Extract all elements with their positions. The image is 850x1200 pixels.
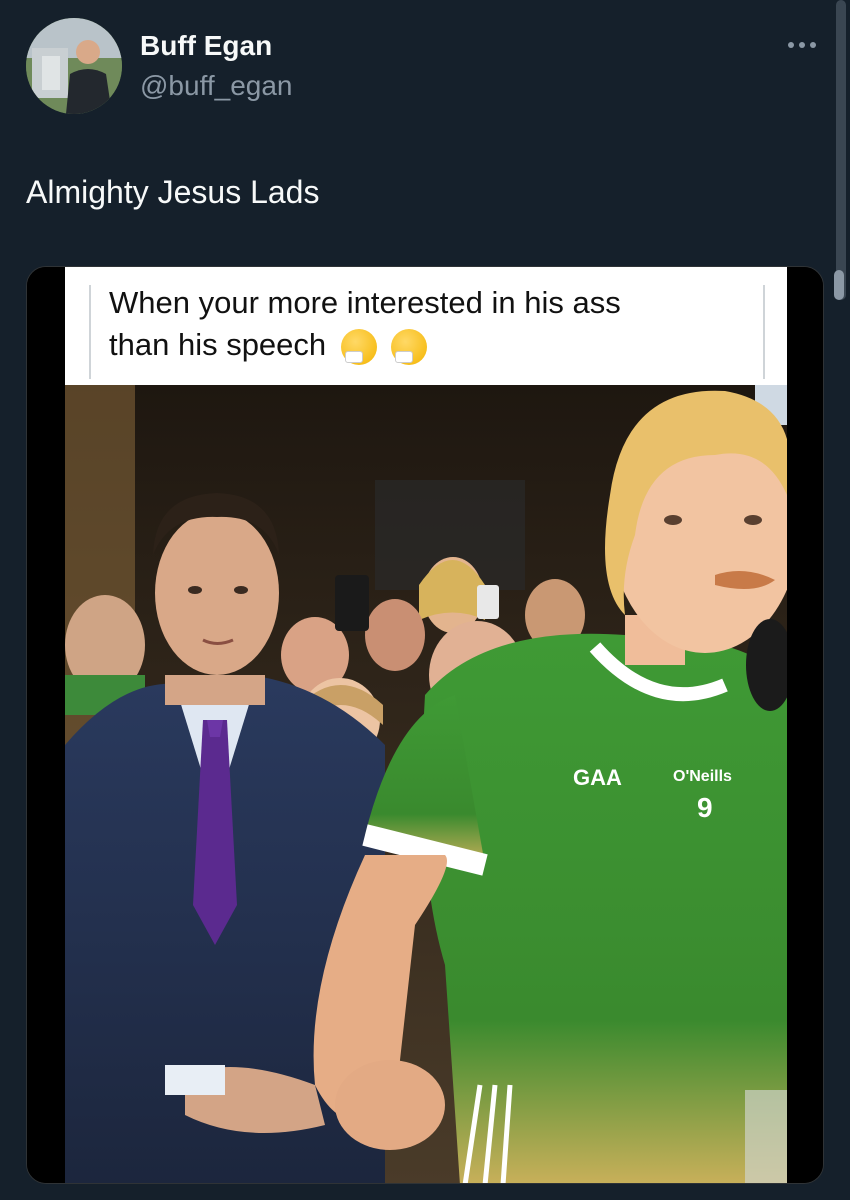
meme-caption-line-1: When your more interested in his ass [109,285,621,320]
thinking-face-emoji-icon [391,328,428,365]
jersey-number-text: 9 [697,792,713,823]
meme-caption-box: When your more interested in his ass tha… [65,267,787,385]
author-display-name[interactable]: Buff Egan [140,30,272,62]
caption-divider [89,285,91,379]
jersey-brand-text: O'Neills [673,768,732,785]
author-handle[interactable]: @buff_egan [140,70,292,102]
scrollbar-track[interactable] [836,0,846,300]
jersey-crest-text: GAA [573,765,622,790]
scrollbar-thumb[interactable] [834,270,844,300]
tweet-text: Almighty Jesus Lads [26,174,320,210]
caption-divider [763,285,765,379]
media-letterbox-right [785,267,823,1183]
photo-illustration: GAA O'Neills 9 [65,385,787,1183]
media-letterbox-left [27,267,65,1183]
meme-caption-line-2: than his speech [109,327,327,362]
thinking-face-emoji-icon [340,328,377,365]
avatar[interactable] [26,18,122,114]
more-options-button[interactable] [784,30,820,60]
tweet-media[interactable]: When your more interested in his ass tha… [26,266,824,1184]
more-horizontal-icon [788,42,816,48]
meme-photo: GAA O'Neills 9 [65,385,787,1183]
